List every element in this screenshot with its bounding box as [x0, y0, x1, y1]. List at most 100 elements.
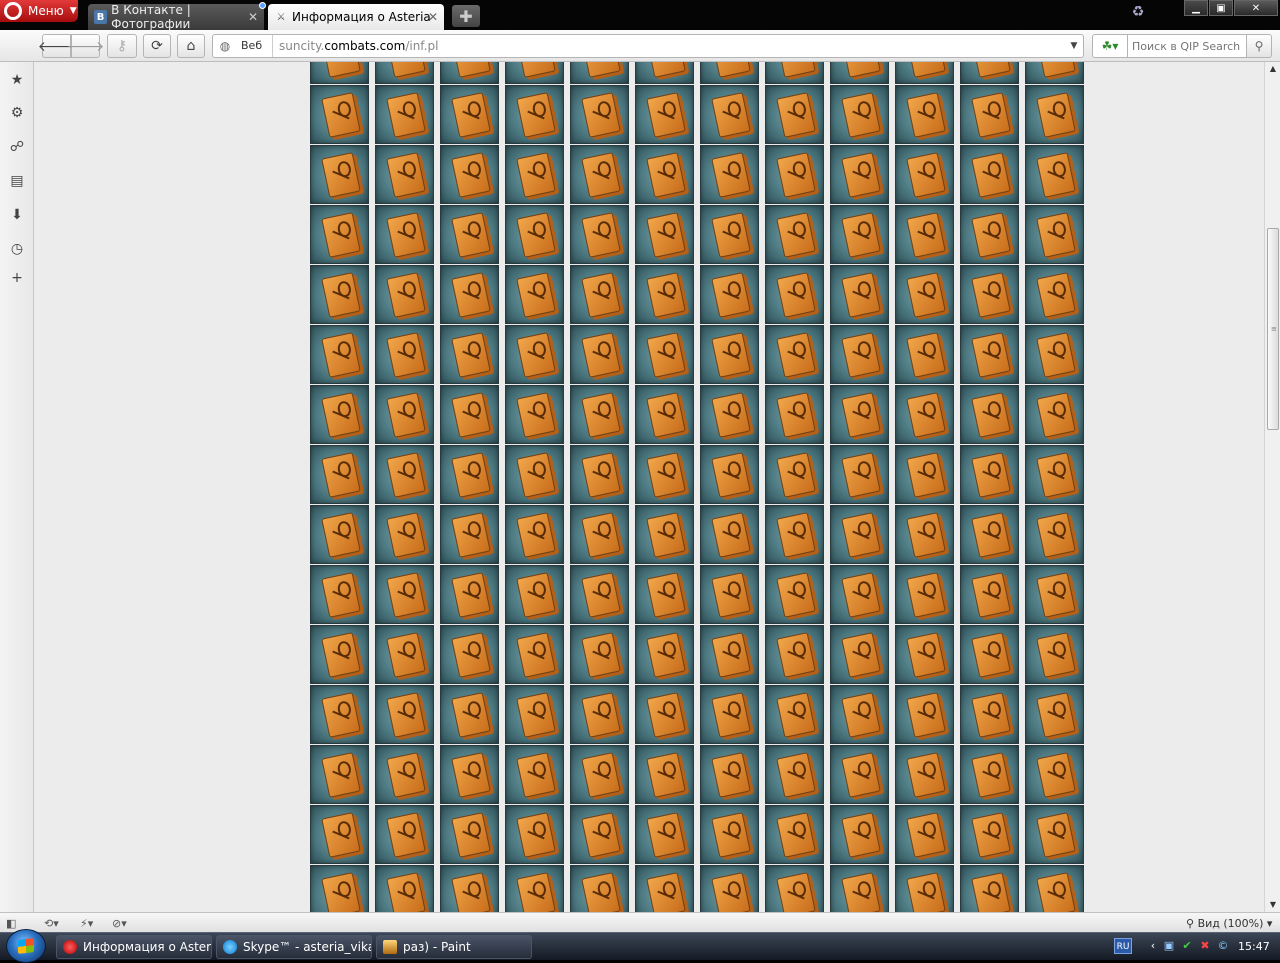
- item-tile[interactable]: [895, 325, 954, 384]
- item-tile[interactable]: [375, 625, 434, 684]
- item-tile[interactable]: [375, 145, 434, 204]
- tray-expand-icon[interactable]: ‹: [1146, 939, 1160, 953]
- item-tile[interactable]: [1025, 565, 1084, 624]
- item-tile[interactable]: [505, 565, 564, 624]
- item-tile[interactable]: [960, 565, 1019, 624]
- item-tile[interactable]: [895, 62, 954, 84]
- notes-icon[interactable]: ▤: [7, 171, 27, 191]
- item-tile[interactable]: [830, 385, 889, 444]
- item-tile[interactable]: [765, 505, 824, 564]
- item-tile[interactable]: [440, 325, 499, 384]
- item-tile[interactable]: [830, 205, 889, 264]
- item-tile[interactable]: [830, 85, 889, 144]
- item-tile[interactable]: [375, 865, 434, 912]
- key-icon[interactable]: ⚷: [107, 34, 137, 58]
- item-tile[interactable]: [310, 505, 369, 564]
- item-tile[interactable]: [375, 745, 434, 804]
- item-tile[interactable]: [505, 445, 564, 504]
- item-tile[interactable]: [310, 85, 369, 144]
- item-tile[interactable]: [570, 865, 629, 912]
- item-tile[interactable]: [960, 445, 1019, 504]
- item-tile[interactable]: [895, 565, 954, 624]
- item-tile[interactable]: [440, 685, 499, 744]
- maximize-button[interactable]: ▣: [1209, 0, 1233, 16]
- item-tile[interactable]: [635, 685, 694, 744]
- item-tile[interactable]: [1025, 62, 1084, 84]
- item-tile[interactable]: [310, 625, 369, 684]
- panel-toggle-icon[interactable]: ◧: [6, 915, 16, 931]
- item-tile[interactable]: [375, 325, 434, 384]
- antivirus-icon[interactable]: ✔: [1180, 939, 1194, 953]
- item-tile[interactable]: [570, 385, 629, 444]
- item-tile[interactable]: [570, 325, 629, 384]
- item-tile[interactable]: [505, 265, 564, 324]
- zoom-control[interactable]: ⚲ Вид (100%) ▾: [1186, 915, 1272, 931]
- item-tile[interactable]: [700, 85, 759, 144]
- item-tile[interactable]: [440, 865, 499, 912]
- item-tile[interactable]: [570, 625, 629, 684]
- item-tile[interactable]: [895, 625, 954, 684]
- item-tile[interactable]: [440, 205, 499, 264]
- new-tab-button[interactable]: ✚: [452, 5, 480, 27]
- item-tile[interactable]: [310, 62, 369, 84]
- item-tile[interactable]: [700, 325, 759, 384]
- item-tile[interactable]: [700, 745, 759, 804]
- item-tile[interactable]: [310, 325, 369, 384]
- item-tile[interactable]: [375, 445, 434, 504]
- item-tile[interactable]: [505, 685, 564, 744]
- item-tile[interactable]: [765, 205, 824, 264]
- item-tile[interactable]: [1025, 685, 1084, 744]
- item-tile[interactable]: [765, 385, 824, 444]
- item-tile[interactable]: [570, 565, 629, 624]
- item-tile[interactable]: [505, 205, 564, 264]
- item-tile[interactable]: [505, 145, 564, 204]
- item-tile[interactable]: [1025, 145, 1084, 204]
- gear-icon[interactable]: ⚙: [7, 103, 27, 123]
- item-tile[interactable]: [960, 625, 1019, 684]
- search-icon[interactable]: ⚲: [1246, 34, 1272, 58]
- item-tile[interactable]: [830, 265, 889, 324]
- item-tile[interactable]: [440, 145, 499, 204]
- item-tile[interactable]: [375, 265, 434, 324]
- item-tile[interactable]: [830, 625, 889, 684]
- item-tile[interactable]: [635, 62, 694, 84]
- item-tile[interactable]: [895, 865, 954, 912]
- item-tile[interactable]: [700, 265, 759, 324]
- content-block-icon[interactable]: ⊘▾: [112, 915, 127, 931]
- item-tile[interactable]: [570, 445, 629, 504]
- item-tile[interactable]: [1025, 385, 1084, 444]
- item-tile[interactable]: [960, 145, 1019, 204]
- item-tile[interactable]: [1025, 865, 1084, 912]
- item-tile[interactable]: [635, 505, 694, 564]
- item-tile[interactable]: [895, 445, 954, 504]
- minimize-button[interactable]: ▁: [1184, 0, 1208, 16]
- search-input[interactable]: [1127, 34, 1247, 58]
- item-tile[interactable]: [570, 745, 629, 804]
- item-tile[interactable]: [895, 85, 954, 144]
- item-tile[interactable]: [765, 445, 824, 504]
- item-tile[interactable]: [700, 385, 759, 444]
- item-tile[interactable]: [310, 745, 369, 804]
- item-tile[interactable]: [830, 565, 889, 624]
- item-tile[interactable]: [700, 865, 759, 912]
- address-bar[interactable]: ◍ Веб suncity.combats.com/inf.pl ▼: [212, 34, 1084, 58]
- close-tab-icon[interactable]: ✕: [428, 10, 438, 24]
- task-paint[interactable]: раз) - Paint: [376, 935, 532, 959]
- item-tile[interactable]: [375, 62, 434, 84]
- item-tile[interactable]: [1025, 85, 1084, 144]
- history-icon[interactable]: ◷: [7, 239, 27, 259]
- item-tile[interactable]: [505, 325, 564, 384]
- item-tile[interactable]: [1025, 205, 1084, 264]
- item-tile[interactable]: [960, 62, 1019, 84]
- item-tile[interactable]: [700, 685, 759, 744]
- url-text[interactable]: suncity.combats.com/inf.pl: [273, 39, 1065, 53]
- item-tile[interactable]: [570, 85, 629, 144]
- item-tile[interactable]: [830, 745, 889, 804]
- downloads-icon[interactable]: ⬇: [7, 205, 27, 225]
- item-tile[interactable]: [700, 62, 759, 84]
- item-tile[interactable]: [1025, 265, 1084, 324]
- close-window-button[interactable]: ✕: [1234, 0, 1278, 16]
- item-tile[interactable]: [895, 685, 954, 744]
- item-tile[interactable]: [895, 505, 954, 564]
- scroll-up-icon[interactable]: ▲: [1265, 62, 1280, 76]
